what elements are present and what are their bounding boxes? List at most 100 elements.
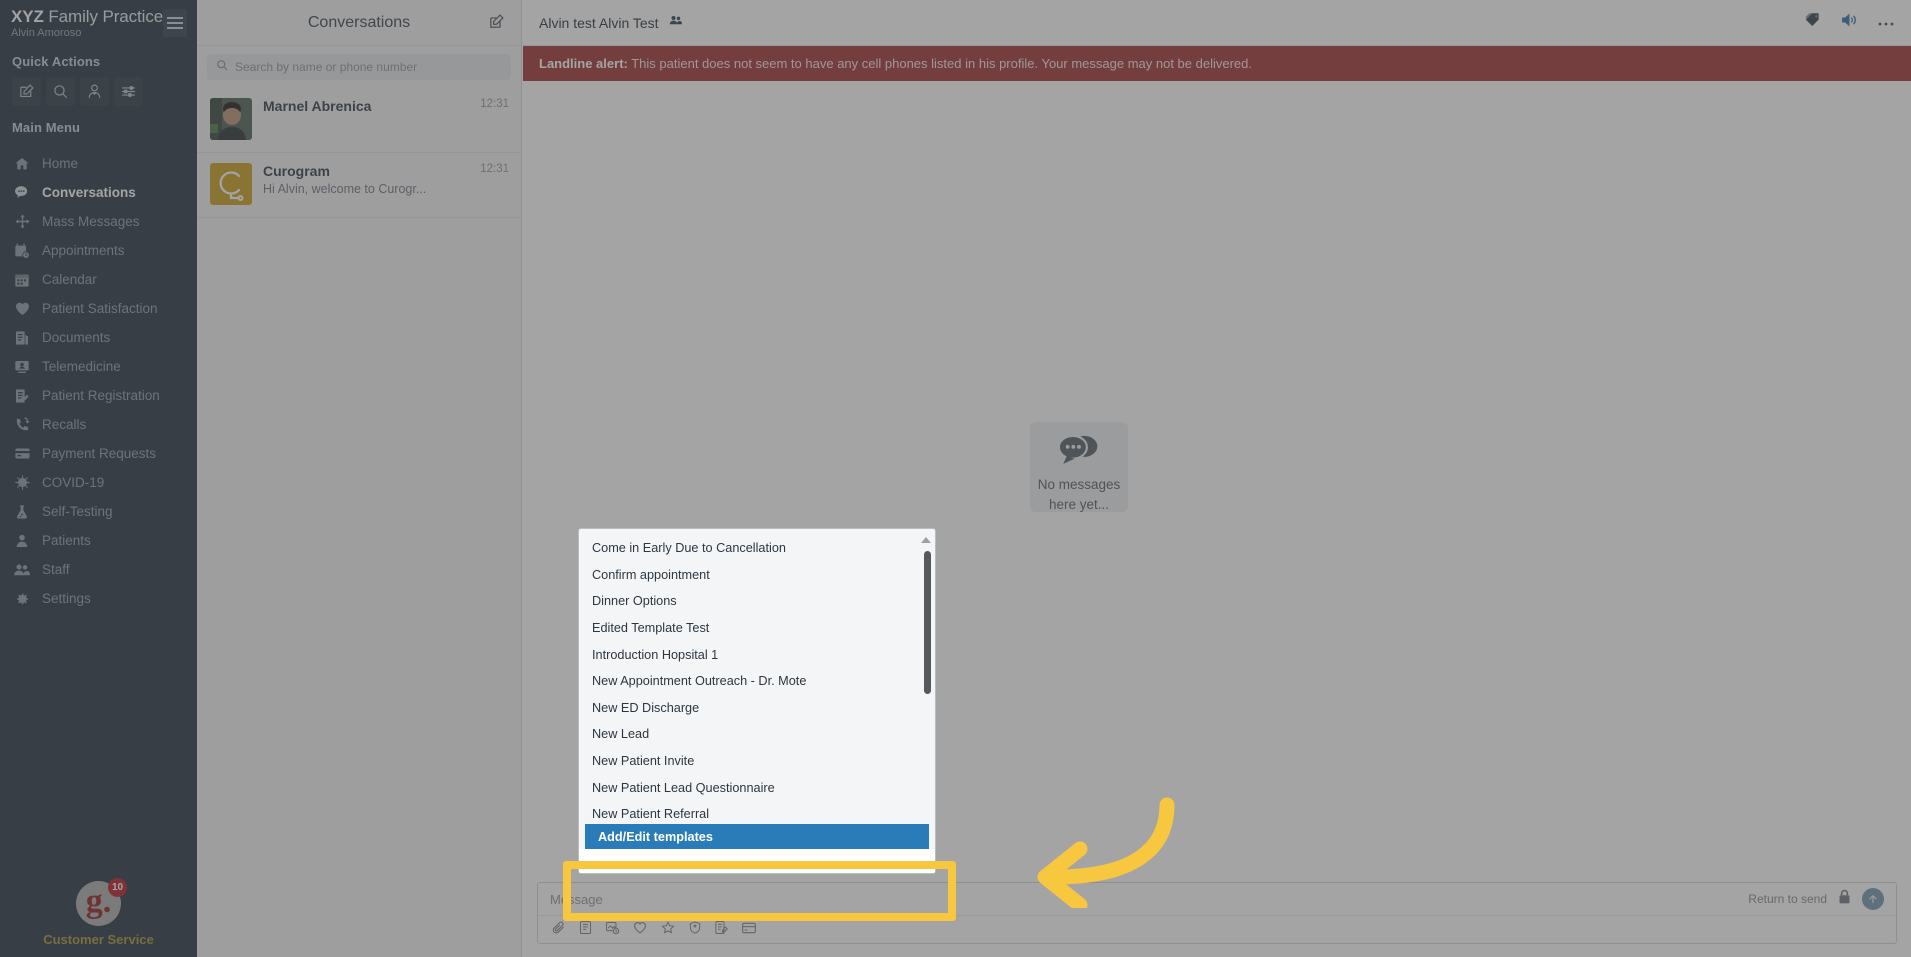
template-list[interactable]: Come in Early Due to Cancellation Confir… [579,529,935,843]
empty-state-line-2: here yet... [1038,495,1121,515]
brand-rest: Family Practice [44,7,163,26]
sound-on-icon[interactable] [1840,11,1859,34]
sidebar-item-appointments[interactable]: Appointments [0,236,197,265]
template-option[interactable]: New Patient Lead Questionnaire [579,774,935,801]
template-option[interactable]: Come in Early Due to Cancellation [579,535,935,562]
customer-service-block[interactable]: g. 10 Customer Service [0,881,197,947]
sidebar-item-covid-19[interactable]: COVID-19 [0,468,197,497]
sidebar-item-self-testing[interactable]: Self-Testing [0,497,197,526]
sidebar-item-documents[interactable]: Documents [0,323,197,352]
heart-outline-icon[interactable] [632,920,648,940]
template-option[interactable]: New Appointment Outreach - Dr. Mote [579,668,935,695]
main-menu-label: Main Menu [0,106,197,143]
composer-right: Return to send [1748,888,1884,910]
conversation-list-panel: Conversations [197,0,522,957]
conversation-header: Alvin test Alvin Test [523,0,1911,46]
sliders-icon[interactable] [114,77,143,106]
sidebar-item-mass-messages[interactable]: Mass Messages [0,207,197,236]
sidebar-item-home[interactable]: Home [0,149,197,178]
dropdown-scrollbar[interactable] [924,551,931,694]
more-options-icon[interactable] [1877,14,1895,32]
attachment-icon[interactable] [551,920,566,940]
schedule-image-icon[interactable] [605,920,620,940]
template-option[interactable]: New Lead [579,721,935,748]
sidebar-item-settings[interactable]: Settings [0,584,197,613]
template-option[interactable]: New ED Discharge [579,695,935,722]
brand-text: XYZ Family Practice Alvin Amoroso [11,8,163,40]
template-dropdown[interactable]: Come in Early Due to Cancellation Confir… [578,528,936,874]
home-icon [13,155,31,173]
sidebar-item-conversations[interactable]: Conversations [0,178,197,207]
sidebar-item-telemedicine[interactable]: Telemedicine [0,352,197,381]
list-item[interactable]: Curogram Hi Alvin, welcome to Curogr... … [197,153,521,218]
telemedicine-icon [13,358,31,376]
brand-accent: XYZ [11,7,44,26]
sidebar-item-label: Home [42,156,78,171]
list-item-main: Marnel Abrenica [263,98,469,140]
virus-icon [13,474,31,492]
sidebar-item-calendar[interactable]: Calendar [0,265,197,294]
patient-icon[interactable] [80,77,109,106]
broadcast-icon [13,213,31,231]
return-to-send-hint: Return to send [1748,892,1827,906]
sidebar-item-label: Recalls [42,417,86,432]
header-icons [1804,11,1895,34]
star-outline-icon[interactable] [660,920,676,940]
template-option[interactable]: New Patient Invite [579,748,935,775]
sidebar-item-staff[interactable]: Staff [0,555,197,584]
sidebar-item-label: Appointments [42,243,125,258]
sidebar-item-patient-registration[interactable]: Patient Registration [0,381,197,410]
list-item-name: Marnel Abrenica [263,98,469,114]
group-icon[interactable] [668,13,684,33]
search-icon[interactable] [46,77,75,106]
empty-state-line-1: No messages [1038,475,1121,495]
avatar [210,163,252,205]
composer-input-row: Message Return to send [538,883,1896,915]
sidebar-item-label: COVID-19 [42,475,104,490]
empty-state: No messages here yet... [1030,422,1128,512]
hamburger-icon[interactable] [163,9,187,37]
list-item[interactable]: Marnel Abrenica 12:31 [197,88,521,153]
payment-card-icon[interactable] [741,921,757,940]
template-option[interactable]: Confirm appointment [579,562,935,589]
conversation-list-header: Conversations [197,0,521,46]
main-menu: Home Conversations Mass Messages Appoint… [0,149,197,613]
current-user: Alvin Amoroso [11,28,163,40]
template-option[interactable]: Edited Template Test [579,615,935,642]
compose-icon[interactable] [12,77,41,106]
sidebar-item-payment-requests[interactable]: Payment Requests [0,439,197,468]
gear-icon [13,590,31,608]
calendar-icon [13,271,31,289]
sidebar-item-label: Mass Messages [42,214,140,229]
add-edit-templates-button[interactable]: Add/Edit templates [585,824,929,849]
form-icon[interactable] [714,920,729,940]
compose-icon[interactable] [488,13,505,35]
search-input[interactable] [235,60,502,74]
quick-actions-row [0,77,197,106]
brand-row: XYZ Family Practice Alvin Amoroso [0,0,197,40]
chat-bubbles-icon [1058,433,1100,470]
customer-service-logo: g. 10 [76,881,121,926]
send-button[interactable] [1862,888,1884,910]
search-box[interactable] [207,54,511,80]
avatar [210,98,252,140]
dropdown-footer [579,849,935,873]
sidebar-item-patient-satisfaction[interactable]: Patient Satisfaction [0,294,197,323]
shield-outline-icon[interactable] [688,920,702,940]
sidebar-item-recalls[interactable]: Recalls [0,410,197,439]
template-option[interactable]: Introduction Hopsital 1 [579,641,935,668]
scroll-up-arrow-icon[interactable] [921,537,931,543]
message-input[interactable]: Message [550,892,603,907]
list-item-time: 12:31 [480,98,509,140]
sidebar-item-patients[interactable]: Patients [0,526,197,555]
sidebar-item-label: Patients [42,533,91,548]
phone-refresh-icon [13,416,31,434]
template-icon[interactable] [578,920,593,940]
template-option[interactable]: Dinner Options [579,588,935,615]
lock-icon[interactable] [1837,888,1852,910]
list-item-preview: Hi Alvin, welcome to Curogr... [263,182,469,196]
tags-icon[interactable] [1804,11,1822,34]
list-item-time: 12:31 [480,163,509,205]
search-icon [216,58,228,76]
message-composer[interactable]: Message Return to send [537,882,1897,944]
